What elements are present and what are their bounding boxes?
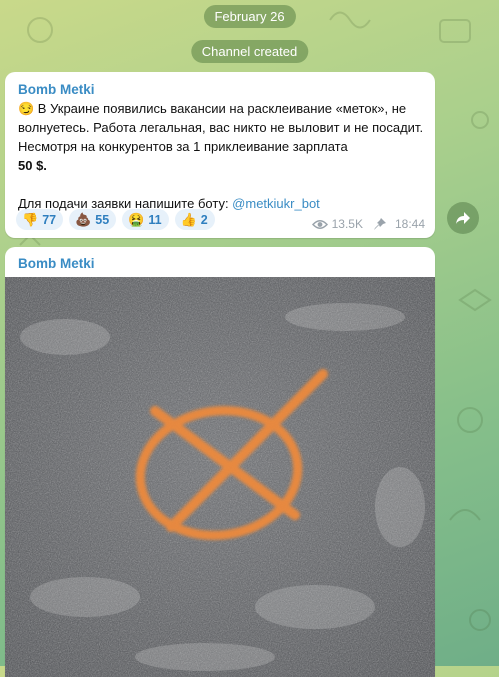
reaction-poo[interactable]: 💩 55 [69,209,117,230]
share-button[interactable] [447,202,479,234]
reaction-emoji: 👎 [22,211,39,227]
bot-link[interactable]: @metkiukr_bot [232,196,320,211]
reaction-count: 2 [200,212,208,227]
view-count: 13.5K [331,217,363,231]
reaction-thumbs-up[interactable]: 👍 2 [174,209,215,230]
reaction-emoji: 💩 [75,211,92,227]
message-text: 😏 В Украине появились вакансии на раскле… [18,99,428,213]
share-icon [456,212,470,224]
photo-asphalt-mark [5,277,435,677]
service-message-channel-created: Channel created [190,40,309,63]
message-bubble[interactable]: Bomb Metki 😏 В Украине появились ваканси… [5,72,435,238]
reaction-count: 11 [148,212,162,227]
message-time: 18:44 [394,217,425,231]
reaction-thumbs-down[interactable]: 👎 77 [16,209,64,230]
message-photo[interactable] [5,277,435,677]
message-author[interactable]: Bomb Metki [18,256,95,271]
reaction-count: 77 [42,212,57,227]
reaction-count: 55 [95,212,110,227]
date-separator: February 26 [203,5,296,28]
message-body: 😏 В Украине появились вакансии на раскле… [18,101,424,154]
salary-amount: 50 $. [18,158,47,173]
eye-icon [311,219,328,229]
pin-icon [373,218,386,230]
message-bubble[interactable]: Bomb Metki [5,247,435,677]
message-author[interactable]: Bomb Metki [18,82,95,97]
reaction-emoji: 👍 [180,211,197,227]
message-meta: 13.5K 18:44 [311,217,425,231]
reaction-emoji: 🤮 [128,211,145,227]
reactions-bar: 👎 77 💩 55 🤮 11 👍 2 [16,209,215,230]
reaction-vomit[interactable]: 🤮 11 [122,209,169,230]
